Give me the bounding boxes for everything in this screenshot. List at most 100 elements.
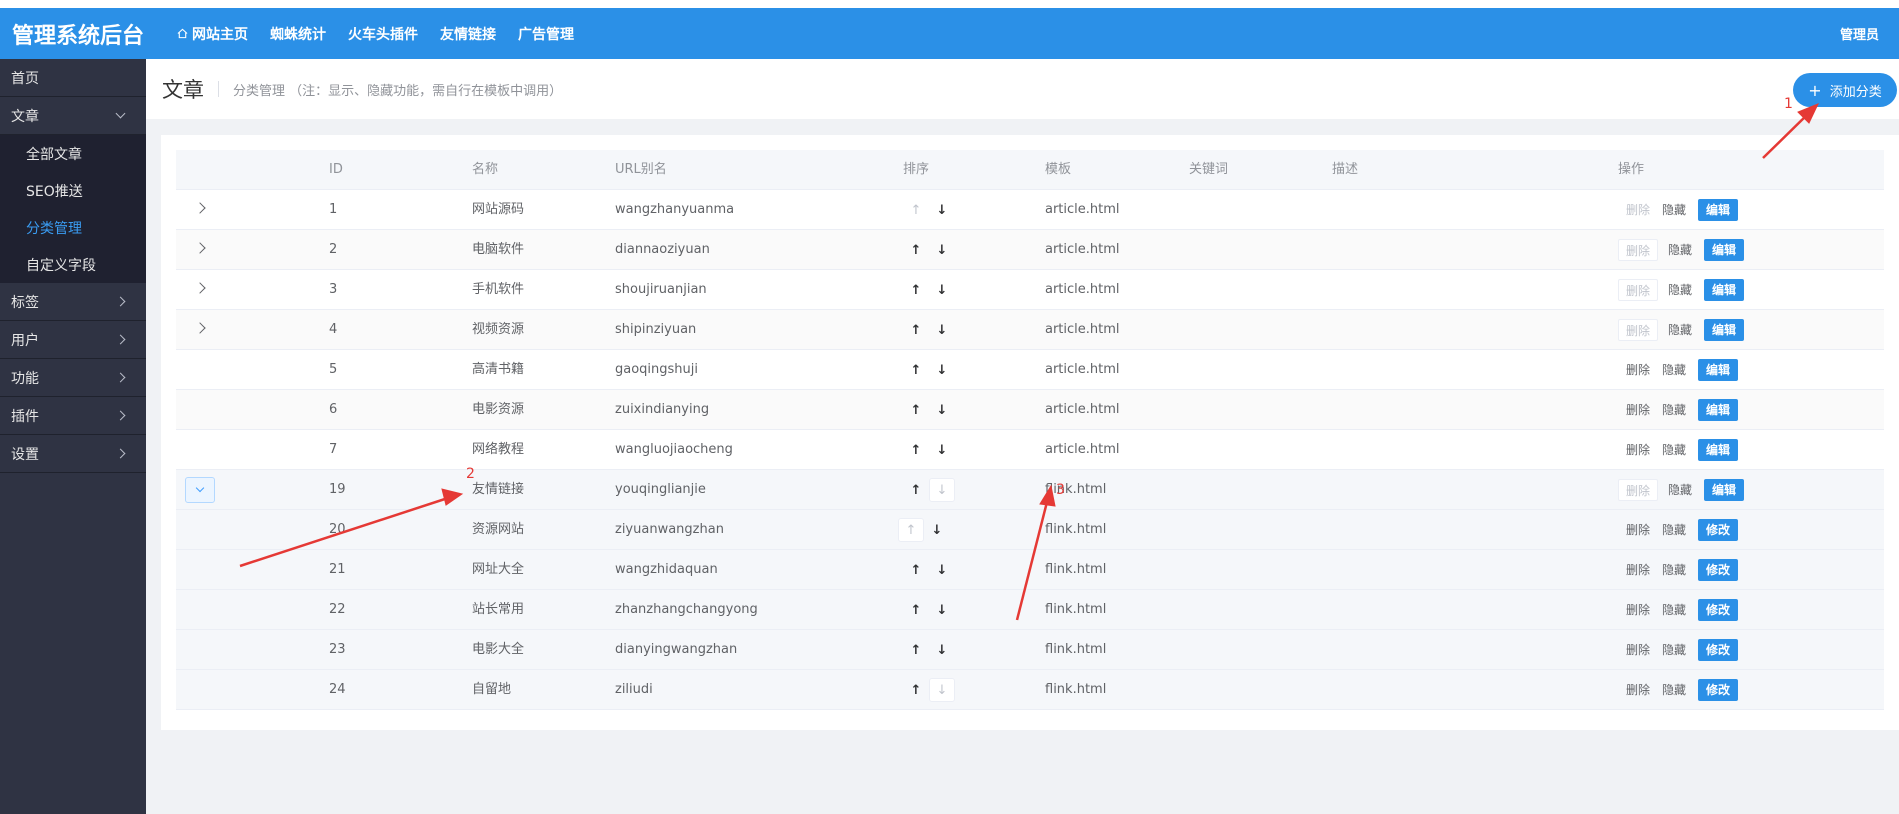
- edit-button[interactable]: 修改: [1698, 599, 1739, 621]
- hide-button[interactable]: 隐藏: [1668, 239, 1692, 261]
- sidebar-subitem-seo-push[interactable]: SEO推送: [0, 172, 146, 209]
- sidebar-item-settings[interactable]: 设置: [0, 435, 146, 473]
- move-down-icon[interactable]: ↓: [929, 678, 955, 702]
- move-up-icon[interactable]: ↑: [898, 518, 924, 542]
- expand-row-icon[interactable]: [194, 322, 206, 334]
- table-row: 20 资源网站 ziyuanwangzhan ↑ ↓ flink.html 删除 隐藏 修改: [176, 510, 1884, 550]
- add-category-button[interactable]: + 添加分类: [1793, 73, 1897, 107]
- sidebar-item-tags[interactable]: 标签: [0, 283, 146, 321]
- hide-button[interactable]: 隐藏: [1662, 559, 1686, 581]
- hide-button[interactable]: 隐藏: [1662, 519, 1686, 541]
- move-up-icon[interactable]: ↑: [903, 398, 929, 422]
- main-content: 文章 分类管理 （注：显示、隐藏功能，需自行在模板中调用） + 添加分类 ID …: [146, 59, 1899, 814]
- delete-button[interactable]: 删除: [1618, 239, 1659, 261]
- move-down-icon[interactable]: ↓: [929, 358, 955, 382]
- edit-button[interactable]: 编辑: [1704, 279, 1745, 301]
- edit-button[interactable]: 编辑: [1698, 399, 1739, 421]
- nav-ad-management[interactable]: 广告管理: [518, 24, 574, 44]
- hide-button[interactable]: 隐藏: [1668, 479, 1692, 501]
- cell-url: wangzhanyuanma: [615, 202, 735, 217]
- hide-button[interactable]: 隐藏: [1662, 399, 1686, 421]
- hide-button[interactable]: 隐藏: [1662, 359, 1686, 381]
- move-up-icon[interactable]: ↑: [903, 558, 929, 582]
- sidebar-subitem-custom-fields[interactable]: 自定义字段: [0, 246, 146, 283]
- nav-locomotive-plugin[interactable]: 火车头插件: [348, 24, 418, 44]
- nav-spider-stats[interactable]: 蜘蛛统计: [270, 24, 326, 44]
- delete-button[interactable]: 删除: [1626, 639, 1650, 661]
- cell-name: 手机软件: [472, 282, 525, 297]
- hide-button[interactable]: 隐藏: [1662, 679, 1686, 701]
- sort-controls: ↑ ↓: [903, 350, 955, 390]
- delete-button[interactable]: 删除: [1626, 399, 1650, 421]
- move-up-icon[interactable]: ↑: [903, 678, 929, 702]
- edit-button[interactable]: 修改: [1698, 679, 1739, 701]
- sidebar-item-users[interactable]: 用户: [0, 321, 146, 359]
- edit-button[interactable]: 编辑: [1704, 479, 1745, 501]
- delete-button[interactable]: 删除: [1626, 439, 1650, 461]
- move-up-icon[interactable]: ↑: [903, 358, 929, 382]
- user-menu[interactable]: 管理员: [1840, 24, 1879, 43]
- move-up-icon[interactable]: ↑: [903, 478, 929, 502]
- move-up-icon[interactable]: ↑: [903, 438, 929, 462]
- delete-button[interactable]: 删除: [1618, 479, 1659, 501]
- move-down-icon[interactable]: ↓: [929, 598, 955, 622]
- cell-template: article.html: [1045, 362, 1120, 377]
- sidebar-item-home[interactable]: 首页: [0, 59, 146, 97]
- expand-row-icon[interactable]: [194, 202, 206, 214]
- edit-button[interactable]: 编辑: [1698, 439, 1739, 461]
- hide-button[interactable]: 隐藏: [1662, 439, 1686, 461]
- delete-button[interactable]: 删除: [1618, 279, 1659, 301]
- row-actions: 删除 隐藏 编辑: [1618, 310, 1745, 350]
- collapse-row-button[interactable]: [185, 477, 215, 503]
- move-down-icon[interactable]: ↓: [924, 518, 950, 542]
- move-up-icon[interactable]: ↑: [903, 238, 929, 262]
- edit-button[interactable]: 编辑: [1698, 199, 1739, 221]
- move-down-icon[interactable]: ↓: [929, 478, 955, 502]
- move-down-icon[interactable]: ↓: [929, 558, 955, 582]
- move-down-icon[interactable]: ↓: [929, 198, 955, 222]
- hide-button[interactable]: 隐藏: [1662, 599, 1686, 621]
- move-down-icon[interactable]: ↓: [929, 438, 955, 462]
- move-up-icon[interactable]: ↑: [903, 638, 929, 662]
- edit-button[interactable]: 修改: [1698, 519, 1739, 541]
- move-down-icon[interactable]: ↓: [929, 278, 955, 302]
- move-down-icon[interactable]: ↓: [929, 638, 955, 662]
- edit-button[interactable]: 编辑: [1704, 239, 1745, 261]
- delete-button[interactable]: 删除: [1626, 679, 1650, 701]
- cell-template: article.html: [1045, 442, 1120, 457]
- nav-friend-links[interactable]: 友情链接: [440, 24, 496, 44]
- delete-button[interactable]: 删除: [1626, 559, 1650, 581]
- move-up-icon[interactable]: ↑: [903, 598, 929, 622]
- move-down-icon[interactable]: ↓: [929, 238, 955, 262]
- move-up-icon[interactable]: ↑: [903, 198, 929, 222]
- sidebar-subitem-category[interactable]: 分类管理: [0, 209, 146, 246]
- sort-controls: ↑ ↓: [898, 510, 950, 550]
- expand-cell: [176, 390, 226, 430]
- sidebar-item-plugins[interactable]: 插件: [0, 397, 146, 435]
- expand-row-icon[interactable]: [194, 282, 206, 294]
- delete-button[interactable]: 删除: [1626, 199, 1650, 221]
- nav-home[interactable]: 网站主页: [177, 24, 248, 44]
- hide-button[interactable]: 隐藏: [1668, 319, 1692, 341]
- hide-button[interactable]: 隐藏: [1662, 199, 1686, 221]
- edit-button[interactable]: 编辑: [1698, 359, 1739, 381]
- delete-button[interactable]: 删除: [1626, 599, 1650, 621]
- move-up-icon[interactable]: ↑: [903, 318, 929, 342]
- sidebar-subitem-all-articles[interactable]: 全部文章: [0, 135, 146, 172]
- expand-row-icon[interactable]: [194, 242, 206, 254]
- hide-button[interactable]: 隐藏: [1662, 639, 1686, 661]
- chevron-right-icon: [115, 448, 126, 459]
- move-down-icon[interactable]: ↓: [929, 318, 955, 342]
- edit-button[interactable]: 修改: [1698, 639, 1739, 661]
- app-logo[interactable]: 管理系统后台: [0, 18, 147, 50]
- edit-button[interactable]: 修改: [1698, 559, 1739, 581]
- delete-button[interactable]: 删除: [1626, 359, 1650, 381]
- sidebar-item-article[interactable]: 文章: [0, 97, 146, 135]
- sidebar-item-functions[interactable]: 功能: [0, 359, 146, 397]
- edit-button[interactable]: 编辑: [1704, 319, 1745, 341]
- move-up-icon[interactable]: ↑: [903, 278, 929, 302]
- delete-button[interactable]: 删除: [1626, 519, 1650, 541]
- hide-button[interactable]: 隐藏: [1668, 279, 1692, 301]
- move-down-icon[interactable]: ↓: [929, 398, 955, 422]
- delete-button[interactable]: 删除: [1618, 319, 1659, 341]
